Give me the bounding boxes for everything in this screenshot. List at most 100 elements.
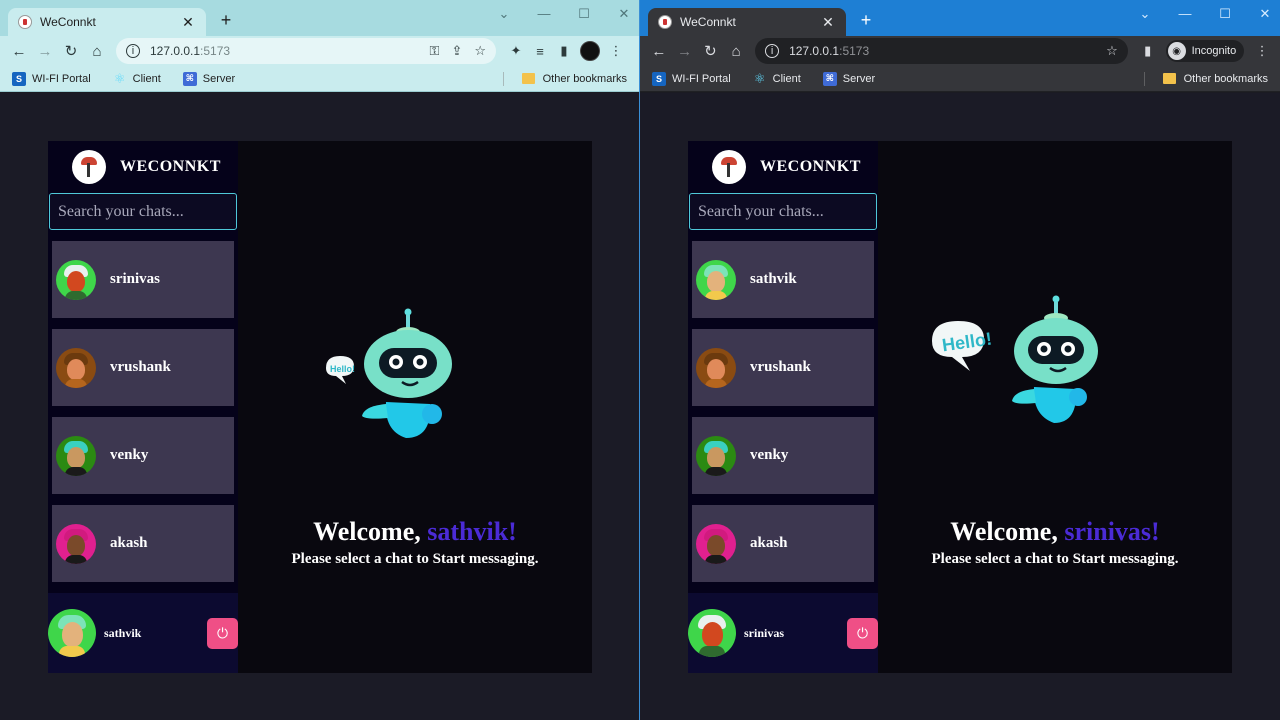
back-button[interactable]: ←	[646, 38, 672, 64]
new-tab-button[interactable]: +	[216, 10, 236, 30]
logout-button[interactable]: ⏻	[847, 617, 878, 649]
window-controls: ⌄ — ☐ ✕	[495, 6, 633, 22]
chat-name: venky	[750, 447, 789, 463]
react-icon: ⚛	[753, 70, 766, 86]
logout-button[interactable]: ⏻	[207, 617, 238, 649]
other-bookmarks[interactable]: Other bookmarks	[502, 71, 627, 86]
wifi-portal-icon: S	[652, 71, 666, 86]
server-icon: ⌘	[182, 71, 197, 86]
profile-avatar[interactable]	[580, 41, 600, 61]
browser-toolbar: ← → ↻ ⌂ i 127.0.0.1:5173 ☆ ▮ ◉ Incognito…	[640, 36, 1280, 66]
site-info-icon[interactable]: i	[765, 44, 780, 58]
address-bar[interactable]: i 127.0.0.1:5173 ⚿ ⇪ ☆	[116, 38, 496, 64]
welcome-panel: Hello! Welcome, srinivas! Please select …	[878, 141, 1232, 673]
url-text[interactable]: 127.0.0.1:5173	[789, 44, 1094, 58]
key-icon[interactable]: ⚿	[430, 43, 440, 59]
close-window-button[interactable]: ✕	[1256, 6, 1274, 22]
browser-toolbar: ← → ↻ ⌂ i 127.0.0.1:5173 ⚿ ⇪ ☆ ✦ ≡ ▮ ⋮	[0, 36, 639, 66]
bookmark-client[interactable]: ⚛ Client	[113, 71, 161, 86]
chat-item-venky[interactable]: venky	[692, 417, 874, 494]
minimize-button[interactable]: —	[535, 6, 553, 22]
bookmark-star-icon[interactable]: ☆	[1106, 43, 1118, 59]
brand-name: WECONNKT	[760, 158, 861, 175]
browser-tab[interactable]: WeConnkt ✕	[648, 8, 846, 36]
forward-button[interactable]: →	[32, 38, 58, 64]
minimize-button[interactable]: —	[1176, 6, 1194, 22]
incognito-indicator[interactable]: ◉ Incognito	[1165, 40, 1245, 62]
maximize-button[interactable]: ☐	[1216, 6, 1234, 22]
url-text[interactable]: 127.0.0.1:5173	[150, 44, 418, 58]
chat-name: akash	[750, 535, 788, 551]
reload-button[interactable]: ↻	[58, 38, 84, 64]
avatar	[56, 435, 96, 476]
welcome-subtitle: Please select a chat to Start messaging.	[291, 551, 539, 567]
welcome-heading: Welcome, sathvik!	[313, 517, 517, 546]
chat-name: srinivas	[110, 271, 161, 287]
close-tab-icon[interactable]: ✕	[180, 14, 196, 31]
chat-item-akash[interactable]: akash	[52, 505, 234, 582]
site-favicon-icon	[18, 15, 32, 29]
bookmark-star-icon[interactable]: ☆	[474, 43, 486, 59]
bookmark-wifi-portal[interactable]: S WI-FI Portal	[12, 71, 91, 86]
page-viewport: WECONNKT srinivas vrushank	[0, 93, 639, 720]
bookmark-wifi-portal[interactable]: S WI-FI Portal	[652, 71, 731, 86]
welcome-heading: Welcome, srinivas!	[950, 517, 1160, 546]
side-panel-icon[interactable]: ▮	[552, 43, 576, 59]
tab-search-icon[interactable]: ⌄	[495, 6, 513, 22]
chat-name: vrushank	[750, 359, 811, 375]
extensions-icon[interactable]: ✦	[504, 43, 528, 59]
brand-header: WECONNKT	[48, 141, 238, 193]
menu-kebab-icon[interactable]: ⋮	[1250, 43, 1274, 59]
window-controls: ⌄ — ☐ ✕	[1136, 6, 1274, 22]
forward-button[interactable]: →	[672, 38, 698, 64]
home-button[interactable]: ⌂	[723, 38, 749, 64]
new-tab-button[interactable]: +	[856, 10, 876, 30]
avatar	[56, 347, 96, 388]
share-icon[interactable]: ⇪	[451, 43, 462, 59]
bookmark-server[interactable]: ⌘ Server	[182, 71, 235, 86]
site-info-icon[interactable]: i	[126, 44, 140, 58]
search-chats-input[interactable]	[49, 193, 237, 230]
address-bar[interactable]: i 127.0.0.1:5173 ☆	[755, 38, 1128, 64]
page-viewport: WECONNKT sathvik vrushank	[640, 93, 1280, 720]
avatar	[56, 523, 96, 564]
weconnkt-logo-icon	[72, 150, 106, 184]
browser-window-right: WeConnkt ✕ + ⌄ — ☐ ✕ ← → ↻ ⌂ i 127.0.0.1…	[640, 0, 1280, 720]
close-window-button[interactable]: ✕	[615, 6, 633, 22]
chat-item-vrushank[interactable]: vrushank	[52, 329, 234, 406]
hello-bubble-text: Hello!	[330, 364, 356, 374]
current-user-avatar	[688, 609, 736, 657]
welcome-user-name: sathvik!	[427, 517, 517, 546]
welcome-message: Welcome, sathvik! Please select a chat t…	[238, 517, 592, 568]
current-user-bar: sathvik ⏻	[48, 593, 238, 673]
bookmarks-bar: S WI-FI Portal ⚛ Client ⌘ Server Other b…	[640, 66, 1280, 92]
wifi-portal-icon: S	[12, 71, 26, 86]
tab-title: WeConnkt	[680, 15, 736, 29]
chat-item-akash[interactable]: akash	[692, 505, 874, 582]
maximize-button[interactable]: ☐	[575, 6, 593, 22]
chat-name: venky	[110, 447, 149, 463]
folder-icon	[521, 73, 535, 84]
reload-button[interactable]: ↻	[698, 38, 724, 64]
tab-search-icon[interactable]: ⌄	[1136, 6, 1154, 22]
media-queue-icon[interactable]: ≡	[528, 44, 552, 59]
chat-app: WECONNKT srinivas vrushank	[48, 141, 592, 673]
search-chats-input[interactable]	[689, 193, 877, 230]
chat-item-sathvik[interactable]: sathvik	[692, 241, 874, 318]
bookmark-client[interactable]: ⚛ Client	[753, 70, 801, 86]
chat-item-venky[interactable]: venky	[52, 417, 234, 494]
current-user-name: srinivas	[744, 625, 785, 640]
browser-tab[interactable]: WeConnkt ✕	[8, 8, 206, 36]
side-panel-icon[interactable]: ▮	[1136, 43, 1160, 59]
hello-robot-illustration	[326, 308, 452, 438]
bookmarks-divider	[1143, 71, 1145, 86]
menu-kebab-icon[interactable]: ⋮	[604, 43, 628, 59]
back-button[interactable]: ←	[6, 38, 32, 64]
other-bookmarks[interactable]: Other bookmarks	[1143, 71, 1268, 86]
close-tab-icon[interactable]: ✕	[820, 14, 836, 31]
home-button[interactable]: ⌂	[84, 38, 110, 64]
chat-app: WECONNKT sathvik vrushank	[688, 141, 1232, 673]
bookmark-server[interactable]: ⌘ Server	[822, 71, 875, 86]
chat-item-srinivas[interactable]: srinivas	[52, 241, 234, 318]
chat-item-vrushank[interactable]: vrushank	[692, 329, 874, 406]
